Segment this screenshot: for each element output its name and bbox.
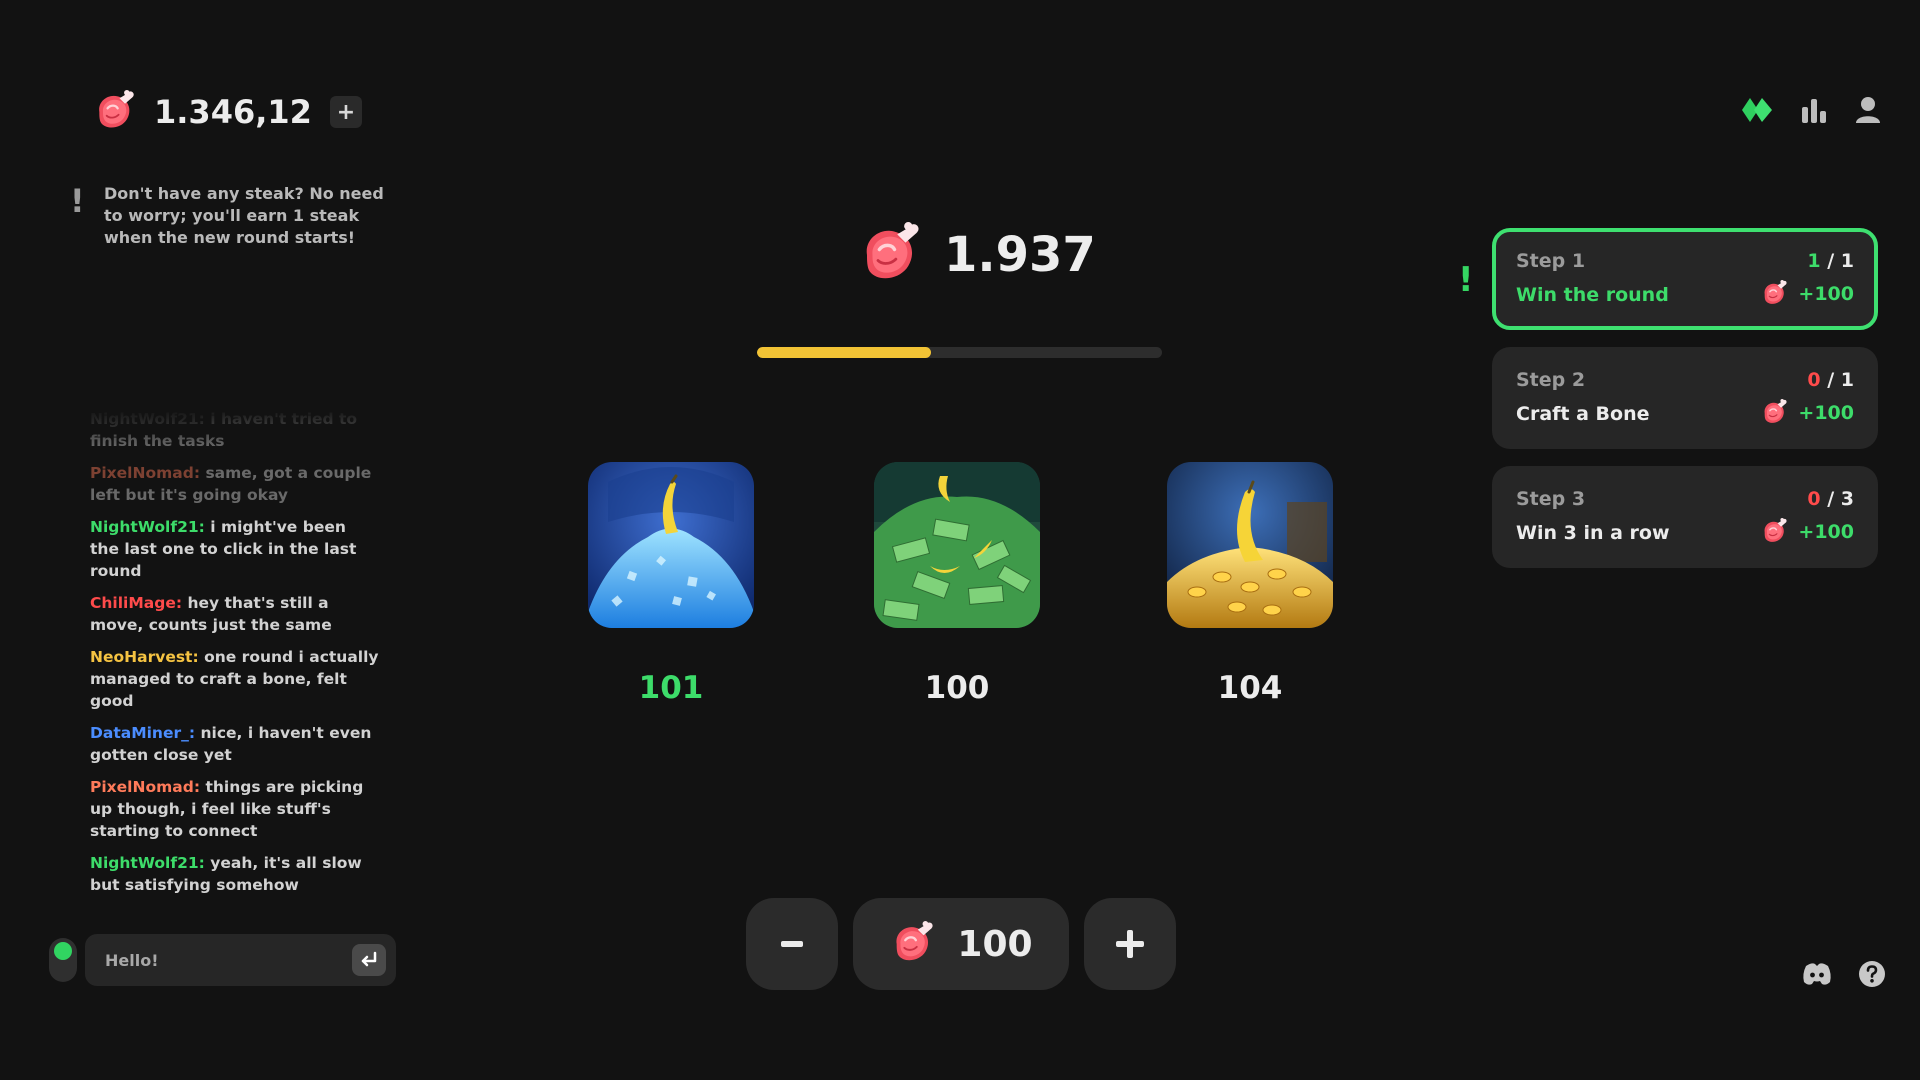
quest-step-label: Step 1: [1516, 250, 1586, 272]
notice-alert-icon: !: [70, 182, 85, 220]
pot-value: 1.937: [944, 227, 1096, 283]
option-count: 104: [1217, 670, 1283, 706]
balance-amount: 1.346,12: [154, 93, 312, 131]
steak-icon: [1760, 518, 1788, 546]
increase-bet-button[interactable]: [1084, 898, 1176, 990]
chat-username[interactable]: PixelNomad:: [90, 464, 200, 482]
quest-progress: 1 / 1: [1807, 250, 1854, 272]
chat-username[interactable]: NightWolf21:: [90, 854, 205, 872]
bet-amount: 100: [957, 923, 1033, 965]
steak-icon: [92, 90, 136, 134]
steak-icon: [856, 222, 922, 288]
online-indicator: [54, 942, 72, 960]
pot-display: 1.937: [856, 222, 1096, 288]
balance-display: 1.346,12 +: [92, 90, 362, 134]
chat-username[interactable]: NightWolf21:: [90, 518, 205, 536]
option-count: 101: [638, 670, 704, 706]
steak-icon: [1760, 399, 1788, 427]
quest-reward: +100: [1760, 399, 1854, 427]
chat-message: ChiliMage: hey that's still a move, coun…: [90, 592, 380, 636]
quest-title: Craft a Bone: [1516, 403, 1650, 425]
quest-reward-amount: +100: [1798, 402, 1854, 424]
quest-alert-icon: !: [1458, 260, 1474, 300]
chat-message: ChiliMage: kind of cool how every little…: [90, 906, 380, 908]
chat-message: NightWolf21: yeah, it's all slow but sat…: [90, 852, 380, 896]
add-balance-button[interactable]: +: [329, 96, 362, 128]
quest-progress-current: 0: [1807, 369, 1821, 391]
option-count: 100: [924, 670, 990, 706]
quest-title: Win 3 in a row: [1516, 522, 1670, 544]
quest-progress-total: / 1: [1827, 369, 1854, 391]
quest-progress-current: 0: [1807, 488, 1821, 510]
enter-icon: [361, 951, 377, 967]
chat-message: PixelNomad: same, got a couple left but …: [90, 462, 380, 506]
steak-icon: [1760, 280, 1788, 308]
chat-username[interactable]: ChiliMage:: [90, 594, 182, 612]
chat-message: DataMiner_: nice, i haven't even gotten …: [90, 722, 380, 766]
quest-progress: 0 / 3: [1807, 488, 1854, 510]
bet-amount-box: 100: [853, 898, 1069, 990]
chat-input[interactable]: [103, 949, 337, 971]
minus-icon: [781, 941, 803, 947]
quest-progress-current: 1: [1807, 250, 1821, 272]
steak-icon: [889, 921, 935, 967]
option-gold-banana[interactable]: 104: [1167, 462, 1333, 706]
chat-input-box: [85, 934, 396, 986]
quest-step-label: Step 2: [1516, 369, 1586, 391]
chat-message: NeoHarvest: one round i actually managed…: [90, 646, 380, 712]
quest-step-label: Step 3: [1516, 488, 1586, 510]
stats-icon[interactable]: [1800, 97, 1828, 123]
notice-text: Don't have any steak? No need to worry; …: [104, 184, 384, 247]
quest-reward-amount: +100: [1798, 521, 1854, 543]
quest-reward: +100: [1760, 518, 1854, 546]
help-icon[interactable]: [1858, 960, 1886, 988]
ice-banana-image[interactable]: [588, 462, 754, 628]
cash-banana-image[interactable]: [874, 462, 1040, 628]
chat-feed[interactable]: NightWolf21: i haven't tried to finish t…: [90, 408, 380, 908]
quest-progress: 0 / 1: [1807, 369, 1854, 391]
top-nav: [1740, 96, 1882, 124]
diamond-icon[interactable]: [1740, 96, 1774, 124]
chat-username[interactable]: PixelNomad:: [90, 778, 200, 796]
quest-card-step-3[interactable]: Step 3 0 / 3 Win 3 in a row +100: [1492, 466, 1878, 568]
quest-progress-total: / 3: [1827, 488, 1854, 510]
quest-title: Win the round: [1516, 284, 1669, 306]
decrease-bet-button[interactable]: [746, 898, 838, 990]
chat-message: PixelNomad: things are picking up though…: [90, 776, 380, 842]
send-button[interactable]: [352, 944, 386, 976]
discord-icon[interactable]: [1802, 962, 1832, 986]
quest-progress-total: / 1: [1827, 250, 1854, 272]
quest-reward-amount: +100: [1798, 283, 1854, 305]
gold-banana-image[interactable]: [1167, 462, 1333, 628]
quest-card-step-2[interactable]: Step 2 0 / 1 Craft a Bone +100: [1492, 347, 1878, 449]
info-notice: ! Don't have any steak? No need to worry…: [70, 183, 390, 249]
round-progress-bar: [757, 347, 1162, 358]
plus-icon: [1116, 930, 1144, 958]
chat-username[interactable]: DataMiner_:: [90, 724, 195, 742]
user-icon[interactable]: [1854, 96, 1882, 124]
option-cash-banana[interactable]: 100: [874, 462, 1040, 706]
option-ice-banana[interactable]: 101: [588, 462, 754, 706]
chat-username[interactable]: NeoHarvest:: [90, 648, 199, 666]
round-progress-fill: [757, 347, 932, 358]
quest-reward: +100: [1760, 280, 1854, 308]
footer-icons: [1802, 960, 1886, 988]
online-status-toggle[interactable]: [49, 938, 77, 982]
chat-message: NightWolf21: i might've been the last on…: [90, 516, 380, 582]
quest-card-step-1[interactable]: Step 1 1 / 1 Win the round +100: [1492, 228, 1878, 330]
